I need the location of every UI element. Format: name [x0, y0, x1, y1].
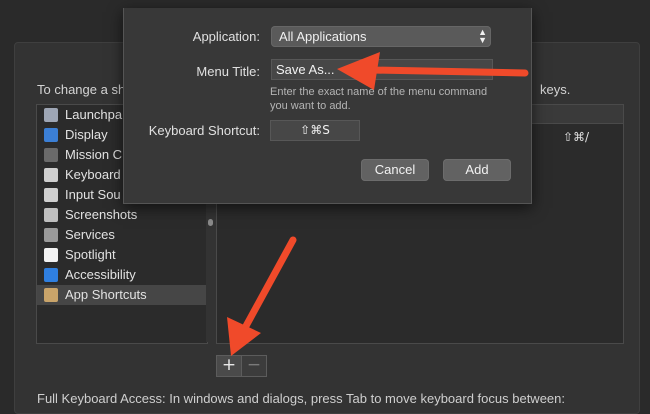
cancel-button[interactable]: Cancel — [361, 159, 429, 181]
application-value: All Applications — [279, 29, 367, 44]
keyboard-shortcut-field[interactable]: ⇧⌘S — [270, 120, 360, 141]
spotlight-icon — [44, 248, 58, 262]
add-shortcut-sheet: Application: All Applications ▲ ▼ Menu Ti… — [123, 8, 532, 204]
category-label: Mission C — [65, 147, 123, 162]
splitter-handle[interactable] — [208, 219, 213, 226]
category-label: Services — [65, 227, 115, 242]
add-remove-control: + − — [216, 355, 267, 377]
accessibility-icon — [44, 268, 58, 282]
category-label: App Shortcuts — [65, 287, 147, 302]
application-label: Application: — [192, 29, 260, 44]
category-item[interactable]: Spotlight — [37, 245, 207, 265]
launchpad-icon — [44, 108, 58, 122]
menu-title-input[interactable] — [272, 60, 492, 79]
category-item[interactable]: Accessibility — [37, 265, 207, 285]
menu-title-label: Menu Title: — [196, 64, 260, 79]
chevron-up-down-icon: ▲ ▼ — [478, 27, 487, 45]
display-icon — [44, 128, 58, 142]
category-label: Input Sou — [65, 187, 121, 202]
shortcut-keys: ⇧⌘/ — [563, 130, 590, 144]
menu-title-field[interactable] — [271, 59, 493, 80]
category-label: Keyboard — [65, 167, 121, 182]
mission-control-icon — [44, 148, 58, 162]
category-label: Spotlight — [65, 247, 116, 262]
category-label: Launchpa — [65, 107, 123, 122]
instruction-text-end: keys. — [540, 82, 571, 97]
remove-shortcut-button[interactable]: − — [242, 355, 267, 377]
instruction-text: To change a sh — [37, 82, 126, 97]
gear-icon — [44, 228, 58, 242]
category-label: Screenshots — [65, 207, 138, 222]
full-keyboard-access-text: Full Keyboard Access: In windows and dia… — [37, 391, 565, 406]
category-item[interactable]: Screenshots — [37, 205, 207, 225]
add-shortcut-button[interactable]: + — [216, 355, 242, 377]
keyboard-icon — [44, 168, 58, 182]
category-label: Display — [65, 127, 108, 142]
keyboard-shortcut-label: Keyboard Shortcut: — [148, 123, 260, 138]
screenshot-icon — [44, 208, 58, 222]
category-item[interactable]: App Shortcuts — [37, 285, 207, 305]
hint-line-1: Enter the exact name of the menu command — [270, 86, 488, 98]
category-item[interactable]: Services — [37, 225, 207, 245]
app-shortcuts-icon — [44, 288, 58, 302]
add-button[interactable]: Add — [443, 159, 511, 181]
category-label: Accessibility — [65, 267, 136, 282]
menu-title-hint: Enter the exact name of the menu command… — [270, 85, 487, 113]
application-popup[interactable]: All Applications ▲ ▼ — [271, 26, 491, 47]
hint-line-2: you want to add. — [270, 100, 351, 112]
input-sources-icon — [44, 188, 58, 202]
